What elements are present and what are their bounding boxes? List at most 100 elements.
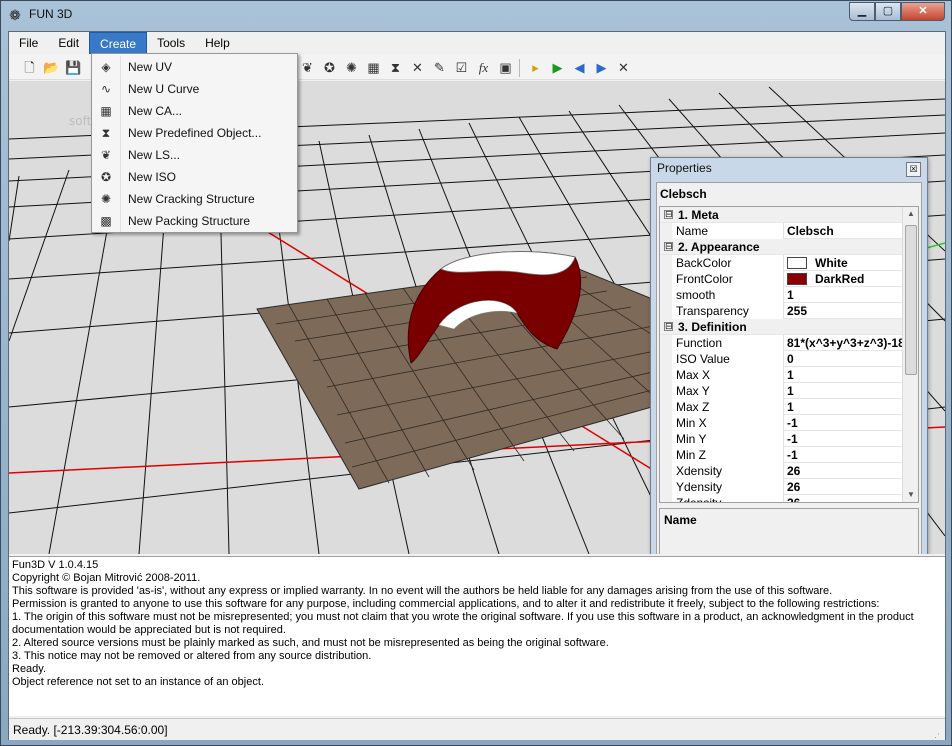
app-window: ❁ FUN 3D ▁ ▢ ✕ File Edit Create Tools He… bbox=[0, 0, 952, 746]
property-value[interactable]: 1 bbox=[787, 367, 905, 383]
property-value[interactable]: DarkRed bbox=[787, 271, 905, 287]
cracking-tool-icon[interactable]: ✺ bbox=[343, 59, 360, 76]
menu-help[interactable]: Help bbox=[195, 32, 240, 54]
property-value[interactable]: -1 bbox=[787, 447, 905, 463]
property-row[interactable]: Min Z -1 bbox=[660, 447, 918, 463]
property-value[interactable]: -1 bbox=[787, 431, 905, 447]
calculator-icon[interactable]: ▣ bbox=[497, 59, 514, 76]
properties-icon[interactable]: ☑ bbox=[453, 59, 470, 76]
stop-icon[interactable]: ✕ bbox=[615, 59, 632, 76]
save-icon[interactable]: 💾 bbox=[65, 59, 82, 76]
minimize-button[interactable]: ▁ bbox=[849, 2, 875, 21]
property-row[interactable]: Min Y -1 bbox=[660, 431, 918, 447]
property-value-text: DarkRed bbox=[815, 272, 865, 286]
new-file-icon[interactable]: 🗋 bbox=[21, 59, 38, 76]
property-row[interactable]: Max X1 bbox=[660, 367, 918, 383]
title-bar[interactable]: ❁ FUN 3D ▁ ▢ ✕ bbox=[1, 1, 951, 29]
collapse-icon[interactable]: ⊟ bbox=[664, 322, 673, 331]
property-row[interactable]: Max Y1 bbox=[660, 383, 918, 399]
menu-edit[interactable]: Edit bbox=[48, 32, 89, 54]
property-row[interactable]: FrontColor DarkRed bbox=[660, 271, 918, 287]
property-value[interactable]: 1 bbox=[787, 399, 905, 415]
property-row[interactable]: Ydensity 26 bbox=[660, 479, 918, 495]
iso-tool-icon[interactable]: ✪ bbox=[321, 59, 338, 76]
property-name: Transparency bbox=[660, 303, 784, 319]
menu-item-new-packing-structure[interactable]: ▩ New Packing Structure bbox=[92, 210, 297, 232]
property-row[interactable]: BackColor White bbox=[660, 255, 918, 271]
play-start-icon[interactable]: ▸ bbox=[527, 59, 544, 76]
property-value[interactable]: 1 bbox=[787, 287, 905, 303]
function-icon[interactable]: fx bbox=[475, 59, 492, 76]
step-forward-icon[interactable]: ▶ bbox=[593, 59, 610, 76]
menu-item-new-ca[interactable]: ▦ New CA... bbox=[92, 100, 297, 122]
scroll-down-icon[interactable]: ▼ bbox=[903, 488, 918, 502]
property-row[interactable]: Min X -1 bbox=[660, 415, 918, 431]
create-menu-dropdown: ◈ New UV ∿ New U Curve ▦ New CA... ⧗ New Pre… bbox=[91, 53, 298, 233]
property-name: Max X bbox=[660, 367, 784, 383]
color-swatch bbox=[787, 257, 807, 269]
property-row[interactable]: Max Z1 bbox=[660, 399, 918, 415]
maximize-button[interactable]: ▢ bbox=[875, 2, 901, 21]
console-line: 3. This notice may not be removed or alt… bbox=[12, 650, 372, 662]
properties-close-icon[interactable]: ☒ bbox=[906, 162, 921, 177]
close-button[interactable]: ✕ bbox=[901, 2, 945, 21]
property-row[interactable]: Xdensity 26 bbox=[660, 463, 918, 479]
resize-grip-icon[interactable]: ⋰ bbox=[931, 726, 943, 742]
menu-item-new-predefined-object[interactable]: ⧗ New Predefined Object... bbox=[92, 122, 297, 144]
play-icon[interactable]: ▶ bbox=[549, 59, 566, 76]
property-value[interactable]: 26 bbox=[787, 495, 905, 502]
category-definition[interactable]: ⊟ 3. Definition bbox=[660, 319, 918, 335]
property-value[interactable]: 81*(x^3+y^3+z^3)-189 bbox=[787, 335, 905, 351]
property-value[interactable]: White bbox=[787, 255, 905, 271]
property-name: BackColor bbox=[660, 255, 784, 271]
property-row[interactable]: Function 81*(x^3+y^3+z^3)-189 bbox=[660, 335, 918, 351]
edit-object-icon[interactable]: ✎ bbox=[431, 59, 448, 76]
category-label: 2. Appearance bbox=[678, 240, 760, 254]
menu-item-new-ls[interactable]: ❦ New LS... bbox=[92, 144, 297, 166]
window-title: FUN 3D bbox=[29, 7, 73, 21]
property-grid-scrollbar[interactable]: ▲ ▼ bbox=[902, 207, 918, 502]
property-value[interactable]: 26 bbox=[787, 463, 905, 479]
predefined-tool-icon[interactable]: ⧗ bbox=[387, 59, 404, 76]
menu-create[interactable]: Create bbox=[89, 32, 148, 54]
menu-item-label: New UV bbox=[128, 60, 173, 74]
property-value[interactable]: 26 bbox=[787, 479, 905, 495]
menu-item-label: New ISO bbox=[128, 170, 177, 184]
category-appearance[interactable]: ⊟ 2. Appearance bbox=[660, 239, 918, 255]
output-console[interactable]: Fun3D V 1.0.4.15 Copyright © Bojan Mitrov… bbox=[9, 556, 945, 716]
definition-rows: Function 81*(x^3+y^3+z^3)-189 ISO Value 0 Ma… bbox=[660, 335, 918, 502]
menu-tools[interactable]: Tools bbox=[147, 32, 195, 54]
category-meta[interactable]: ⊟ 1. Meta bbox=[660, 207, 918, 223]
property-row[interactable]: Transparency 255 bbox=[660, 303, 918, 319]
property-value[interactable]: -1 bbox=[787, 415, 905, 431]
menu-item-new-uv[interactable]: ◈ New UV bbox=[92, 56, 297, 78]
collapse-icon[interactable]: ⊟ bbox=[664, 210, 673, 219]
property-row[interactable]: Name Clebsch bbox=[660, 223, 918, 239]
menu-item-new-cracking-structure[interactable]: ✺ New Cracking Structure bbox=[92, 188, 297, 210]
property-value[interactable]: 0 bbox=[787, 351, 905, 367]
properties-panel[interactable]: Properties ☒ Clebsch ⊟ 1. Meta Name Clebs… bbox=[650, 157, 928, 554]
ls-tool-icon[interactable]: ❦ bbox=[299, 59, 316, 76]
property-value[interactable]: 255 bbox=[787, 303, 905, 319]
menu-item-new-iso[interactable]: ✪ New ISO bbox=[92, 166, 297, 188]
iso-icon: ✪ bbox=[100, 170, 112, 184]
property-row[interactable]: Zdensity 26 bbox=[660, 495, 918, 502]
scroll-up-icon[interactable]: ▲ bbox=[903, 207, 918, 221]
menu-item-label: New Cracking Structure bbox=[128, 192, 255, 206]
property-value-text: White bbox=[815, 256, 848, 270]
property-row[interactable]: smooth 1 bbox=[660, 287, 918, 303]
property-row[interactable]: ISO Value 0 bbox=[660, 351, 918, 367]
packing-tool-icon[interactable]: ▦ bbox=[365, 59, 382, 76]
menu-item-new-u-curve[interactable]: ∿ New U Curve bbox=[92, 78, 297, 100]
scroll-thumb[interactable] bbox=[905, 225, 917, 375]
property-value[interactable]: Clebsch bbox=[787, 223, 905, 239]
property-grid[interactable]: ⊟ 1. Meta Name Clebsch ⊟ 2. Appearance Ba… bbox=[659, 206, 919, 503]
open-folder-icon[interactable]: 📂 bbox=[43, 59, 60, 76]
step-back-icon[interactable]: ◀ bbox=[571, 59, 588, 76]
delete-icon[interactable]: ✕ bbox=[409, 59, 426, 76]
property-value[interactable]: 1 bbox=[787, 383, 905, 399]
collapse-icon[interactable]: ⊟ bbox=[664, 242, 673, 251]
window-controls: ▁ ▢ ✕ bbox=[849, 2, 945, 21]
menu-file[interactable]: File bbox=[9, 32, 48, 54]
menu-item-label: New Predefined Object... bbox=[128, 126, 262, 140]
